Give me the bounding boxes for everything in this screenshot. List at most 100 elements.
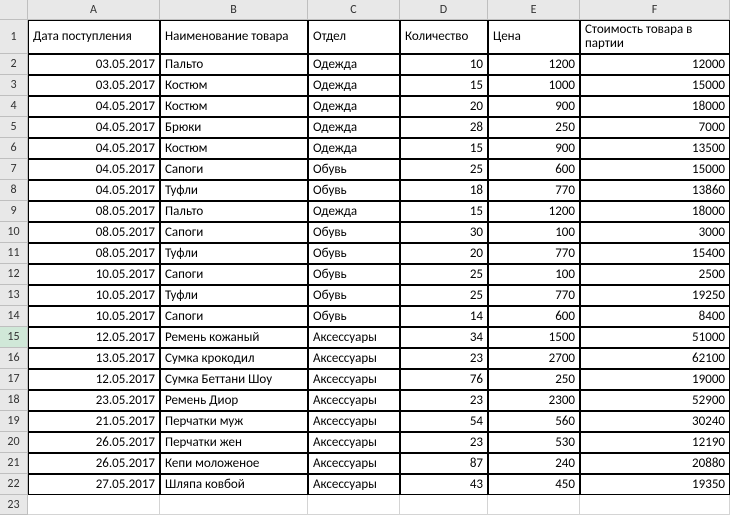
spreadsheet-grid[interactable]: A B C D E F 1 Дата поступления Наименова… [0, 0, 750, 515]
cell-qty[interactable]: 34 [400, 327, 488, 348]
row-head-21[interactable]: 21 [0, 453, 28, 474]
row-head-5[interactable]: 5 [0, 117, 28, 138]
cell-name[interactable]: Брюки [160, 117, 308, 138]
row-head-13[interactable]: 13 [0, 285, 28, 306]
cell-price[interactable]: 1500 [488, 327, 580, 348]
col-head-B[interactable]: B [160, 0, 308, 20]
cell-dept[interactable]: Одежда [308, 96, 400, 117]
cell-date[interactable]: 13.05.2017 [28, 348, 160, 369]
cell-total[interactable]: 18000 [580, 201, 730, 222]
cell-total[interactable]: 12000 [580, 54, 730, 75]
cell-price[interactable]: 1200 [488, 54, 580, 75]
cell-total[interactable]: 18000 [580, 96, 730, 117]
col-head-A[interactable]: A [28, 0, 160, 20]
cell-date[interactable]: 08.05.2017 [28, 201, 160, 222]
cell-total[interactable]: 19350 [580, 474, 730, 495]
cell-name[interactable]: Сапоги [160, 306, 308, 327]
cell-dept[interactable]: Обувь [308, 222, 400, 243]
cell-dept[interactable]: Одежда [308, 75, 400, 96]
header-qty[interactable]: Количество [400, 20, 488, 54]
cell-dept[interactable]: Аксессуары [308, 453, 400, 474]
cell-date[interactable]: 10.05.2017 [28, 306, 160, 327]
cell-qty[interactable]: 23 [400, 432, 488, 453]
cell-total[interactable]: 12190 [580, 432, 730, 453]
cell-name[interactable]: Сапоги [160, 264, 308, 285]
cell-qty[interactable]: 43 [400, 474, 488, 495]
row-head-19[interactable]: 19 [0, 411, 28, 432]
cell-date[interactable]: 08.05.2017 [28, 243, 160, 264]
header-price[interactable]: Цена [488, 20, 580, 54]
cell-price[interactable]: 770 [488, 285, 580, 306]
cell-qty[interactable]: 54 [400, 411, 488, 432]
cell-total[interactable]: 15400 [580, 243, 730, 264]
col-head-D[interactable]: D [400, 0, 488, 20]
cell-dept[interactable]: Одежда [308, 201, 400, 222]
cell-date[interactable]: 08.05.2017 [28, 222, 160, 243]
cell-price[interactable]: 250 [488, 369, 580, 390]
cell-qty[interactable]: 14 [400, 306, 488, 327]
cell-date[interactable]: 23.05.2017 [28, 390, 160, 411]
cell-qty[interactable]: 15 [400, 201, 488, 222]
cell-price[interactable]: 600 [488, 306, 580, 327]
row-head-16[interactable]: 16 [0, 348, 28, 369]
cell-dept[interactable]: Обувь [308, 243, 400, 264]
cell-date[interactable]: 27.05.2017 [28, 474, 160, 495]
col-head-F[interactable]: F [580, 0, 730, 20]
cell-dept[interactable]: Одежда [308, 138, 400, 159]
row-head-4[interactable]: 4 [0, 96, 28, 117]
cell-name[interactable]: Туфли [160, 285, 308, 306]
cell-total[interactable]: 13860 [580, 180, 730, 201]
cell-dept[interactable]: Аксессуары [308, 411, 400, 432]
cell-qty[interactable]: 28 [400, 117, 488, 138]
cell-dept[interactable]: Обувь [308, 285, 400, 306]
cell-name[interactable]: Шляпа ковбой [160, 474, 308, 495]
cell-total[interactable]: 19000 [580, 369, 730, 390]
row-head-7[interactable]: 7 [0, 159, 28, 180]
cell-total[interactable]: 8400 [580, 306, 730, 327]
cell-dept[interactable]: Аксессуары [308, 348, 400, 369]
cell-name[interactable]: Пальто [160, 201, 308, 222]
cell-date[interactable]: 04.05.2017 [28, 117, 160, 138]
cell-date[interactable]: 04.05.2017 [28, 96, 160, 117]
cell-qty[interactable]: 25 [400, 264, 488, 285]
cell-price[interactable]: 2300 [488, 390, 580, 411]
cell-total[interactable]: 19250 [580, 285, 730, 306]
cell-name[interactable]: Сумка крокодил [160, 348, 308, 369]
cell-price[interactable]: 770 [488, 180, 580, 201]
cell-date[interactable]: 10.05.2017 [28, 264, 160, 285]
cell-qty[interactable]: 87 [400, 453, 488, 474]
cell-date[interactable]: 12.05.2017 [28, 327, 160, 348]
cell-dept[interactable]: Одежда [308, 54, 400, 75]
empty-cell[interactable] [488, 495, 580, 515]
cell-name[interactable]: Туфли [160, 180, 308, 201]
header-total[interactable]: Стоимость товара в партии [580, 20, 730, 54]
cell-name[interactable]: Туфли [160, 243, 308, 264]
cell-qty[interactable]: 23 [400, 348, 488, 369]
cell-total[interactable]: 30240 [580, 411, 730, 432]
cell-name[interactable]: Перчатки муж [160, 411, 308, 432]
cell-price[interactable]: 770 [488, 243, 580, 264]
cell-price[interactable]: 250 [488, 117, 580, 138]
cell-date[interactable]: 03.05.2017 [28, 54, 160, 75]
cell-name[interactable]: Сапоги [160, 159, 308, 180]
cell-price[interactable]: 100 [488, 222, 580, 243]
cell-date[interactable]: 26.05.2017 [28, 432, 160, 453]
cell-price[interactable]: 530 [488, 432, 580, 453]
cell-name[interactable]: Пальто [160, 54, 308, 75]
empty-cell[interactable] [308, 495, 400, 515]
cell-dept[interactable]: Обувь [308, 159, 400, 180]
row-head-20[interactable]: 20 [0, 432, 28, 453]
cell-dept[interactable]: Обувь [308, 306, 400, 327]
cell-date[interactable]: 03.05.2017 [28, 75, 160, 96]
cell-qty[interactable]: 15 [400, 138, 488, 159]
cell-qty[interactable]: 20 [400, 96, 488, 117]
cell-price[interactable]: 2700 [488, 348, 580, 369]
cell-date[interactable]: 04.05.2017 [28, 138, 160, 159]
header-date[interactable]: Дата поступления [28, 20, 160, 54]
cell-price[interactable]: 900 [488, 96, 580, 117]
cell-price[interactable]: 100 [488, 264, 580, 285]
cell-date[interactable]: 10.05.2017 [28, 285, 160, 306]
cell-name[interactable]: Сапоги [160, 222, 308, 243]
cell-dept[interactable]: Аксессуары [308, 474, 400, 495]
cell-dept[interactable]: Аксессуары [308, 390, 400, 411]
